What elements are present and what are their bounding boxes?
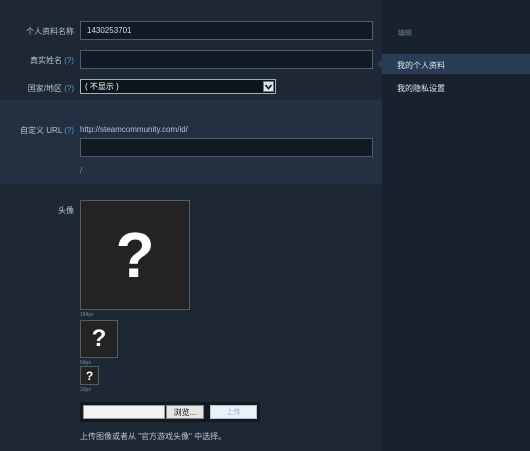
country-select[interactable]: ( 不显示 ) [80, 79, 276, 94]
avatar-medium: ? [80, 320, 118, 358]
country-selected-value: ( 不显示 ) [85, 82, 119, 91]
chevron-down-icon[interactable] [263, 81, 274, 92]
sidebar-item-my-profile[interactable]: 我的个人资料 [397, 60, 445, 71]
real-name-input[interactable] [80, 50, 373, 69]
profile-name-input[interactable]: 1430253701 [80, 21, 373, 40]
profile-name-value: 1430253701 [87, 26, 132, 35]
sidebar-heading: 编辑 [398, 30, 412, 37]
sidebar-item-privacy-settings[interactable]: 我的隐私设置 [397, 83, 445, 94]
avatar-large: ? [80, 200, 190, 310]
active-pointer-icon [377, 58, 383, 70]
avatar-small-size: 32px [80, 387, 91, 393]
file-path-input[interactable] [83, 405, 165, 419]
custom-url-help-icon[interactable]: (?) [64, 126, 74, 135]
country-help-icon[interactable]: (?) [64, 84, 74, 93]
browse-button[interactable]: 浏览... [166, 405, 204, 419]
custom-url-input[interactable] [80, 138, 373, 157]
real-name-label: 真实姓名 (?) [29, 56, 74, 65]
custom-url-prefix: http://steamcommunity.com/id/ [80, 125, 188, 134]
question-mark-icon: ? [85, 368, 94, 383]
custom-url-label: 自定义 URL (?) [20, 126, 74, 135]
question-mark-icon: ? [115, 219, 155, 291]
question-mark-icon: ? [91, 325, 107, 352]
custom-url-preview: / [80, 166, 83, 175]
avatar-label: 头像 [58, 206, 74, 215]
country-label: 国家/地区 (?) [27, 84, 74, 93]
avatar-large-size: 184px [80, 312, 94, 318]
profile-name-label: 个人资料名称 [26, 27, 74, 36]
avatar-upload-note: 上传图像或者从 "官方游戏头像" 中选择。 [80, 432, 227, 441]
real-name-help-icon[interactable]: (?) [64, 56, 74, 65]
upload-button[interactable]: 上传 [210, 405, 257, 419]
avatar-small: ? [80, 366, 99, 385]
